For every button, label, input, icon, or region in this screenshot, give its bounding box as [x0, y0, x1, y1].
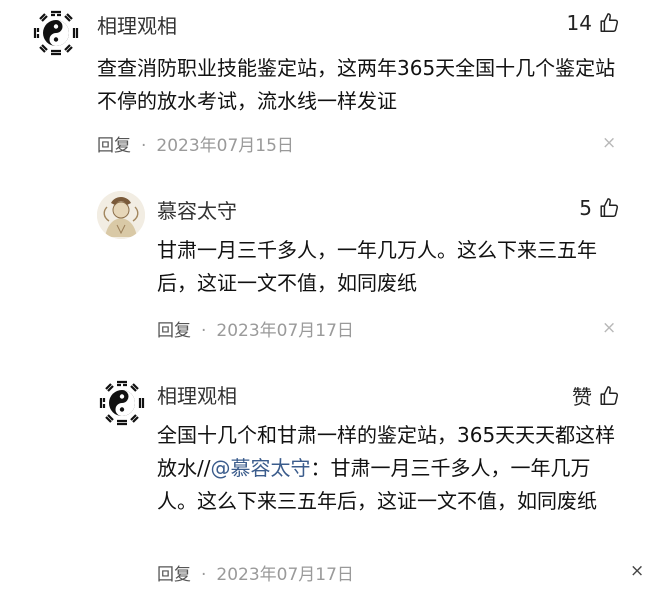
- comment-date: 2023年07月17日: [216, 321, 354, 341]
- username[interactable]: 相理观相: [97, 10, 177, 39]
- comment-meta: 回复 · 2023年07月15日: [97, 131, 294, 156]
- painted-figure-avatar: [97, 191, 145, 239]
- comment-text: 甘肃一月三千多人，一年几万人。这么下来三五年后，这证一文不值，如同废纸: [157, 238, 597, 295]
- thumbs-up-icon: [598, 197, 620, 219]
- meta-separator: ·: [201, 565, 207, 585]
- like-label: 赞: [572, 385, 592, 409]
- bagua-yin-yang-icon: [97, 378, 147, 428]
- avatar[interactable]: [97, 191, 145, 239]
- close-icon[interactable]: ×: [602, 133, 616, 153]
- comment-meta: 回复 · 2023年07月17日: [157, 316, 354, 341]
- username[interactable]: 慕容太守: [157, 195, 237, 224]
- meta-separator: ·: [201, 321, 207, 341]
- thumbs-up-icon: [598, 12, 620, 34]
- like-count: 5: [579, 196, 592, 220]
- comment-text: 查查消防职业技能鉴定站，这两年365天全国十几个鉴定站不停的放水考试，流水线一样…: [97, 56, 616, 113]
- username[interactable]: 相理观相: [157, 380, 237, 409]
- avatar[interactable]: [97, 378, 147, 428]
- close-icon[interactable]: ×: [630, 561, 644, 581]
- meta-separator: ·: [141, 136, 147, 156]
- close-icon[interactable]: ×: [602, 318, 616, 338]
- comment-date: 2023年07月15日: [156, 136, 294, 156]
- like-button[interactable]: 14: [567, 11, 620, 35]
- user-mention-link[interactable]: @慕容太守: [210, 456, 310, 480]
- avatar[interactable]: [31, 8, 81, 58]
- reply-button[interactable]: 回复: [97, 136, 131, 156]
- reply-button[interactable]: 回复: [157, 565, 191, 585]
- like-button[interactable]: 5: [579, 196, 620, 220]
- like-button[interactable]: 赞: [572, 381, 620, 410]
- comment-date: 2023年07月17日: [216, 565, 354, 585]
- comment-text: 全国十几个和甘肃一样的鉴定站，365天天天都这样放水//@慕容太守：甘肃一月三千…: [157, 419, 627, 518]
- comment-meta: 回复 · 2023年07月17日: [157, 560, 354, 585]
- like-count: 14: [566, 11, 592, 35]
- reply-button[interactable]: 回复: [157, 321, 191, 341]
- thumbs-up-icon: [598, 385, 620, 407]
- bagua-yin-yang-icon: [31, 8, 81, 58]
